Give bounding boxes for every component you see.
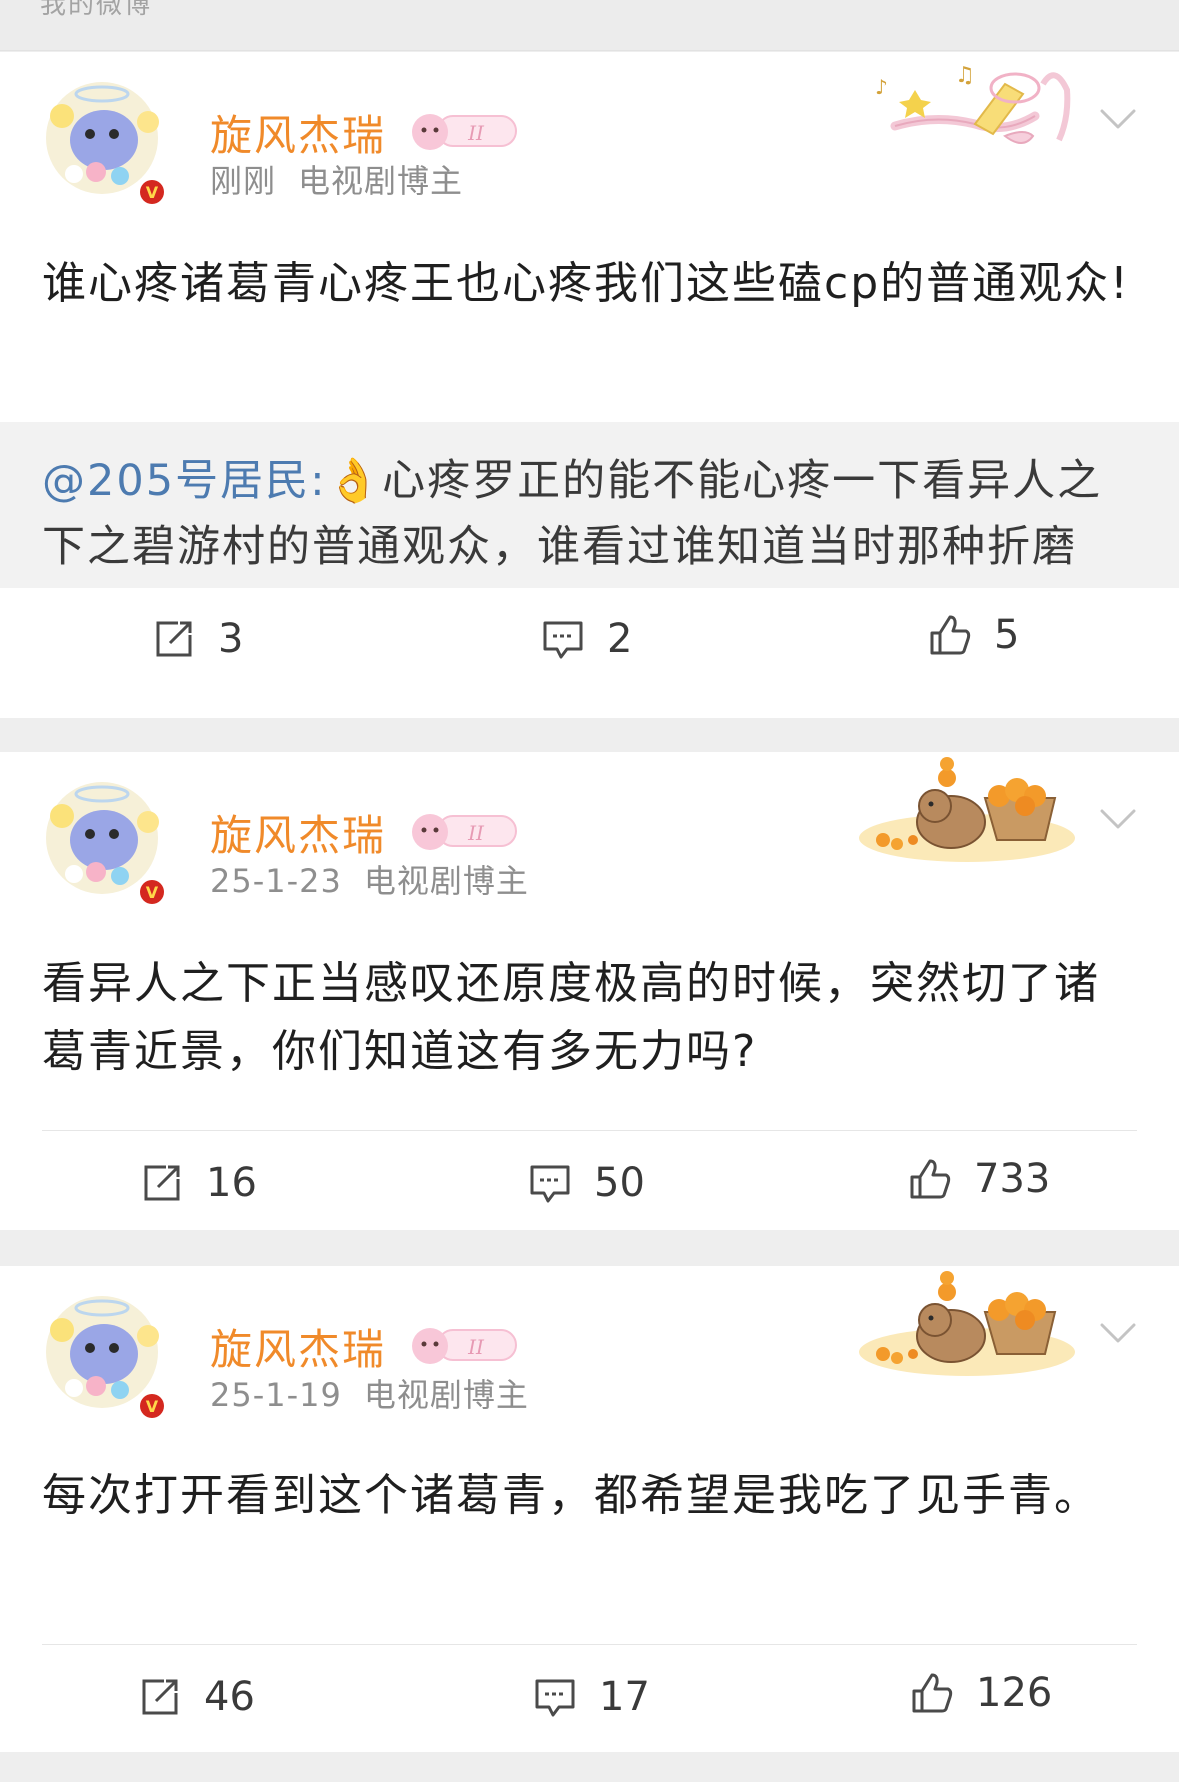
repost-button[interactable]: 46 <box>138 1674 255 1720</box>
divider <box>42 1644 1137 1645</box>
author-name[interactable]: 旋风杰瑞 <box>210 802 386 863</box>
comment-count: 2 <box>607 616 633 662</box>
post-time: 25-1-19 <box>210 1376 342 1414</box>
like-button[interactable]: 5 <box>928 612 1019 658</box>
repost-icon <box>144 1165 180 1201</box>
repost-count: 16 <box>206 1160 257 1206</box>
card-decoration-capybara <box>855 756 1085 866</box>
level-badge-icon: II <box>408 1324 520 1366</box>
comment-icon <box>543 621 583 659</box>
post-card[interactable]: V 旋风杰瑞 II 25-1-23 电视剧博主 看异人之下正当感叹还原度极高的时… <box>0 752 1179 1230</box>
repost-count: 46 <box>204 1674 255 1720</box>
repost-icon <box>156 621 192 657</box>
svg-text:V: V <box>146 1397 159 1416</box>
mention-link[interactable]: @205号居民: <box>42 456 327 506</box>
card-decoration-capybara <box>855 1270 1085 1380</box>
like-count: 5 <box>994 612 1020 658</box>
like-icon <box>912 1673 953 1713</box>
comment-icon <box>535 1679 575 1717</box>
divider <box>42 1130 1137 1131</box>
like-icon <box>930 615 971 655</box>
svg-text:II: II <box>467 1335 485 1359</box>
author-name[interactable]: 旋风杰瑞 <box>210 1316 386 1377</box>
post-time: 刚刚 <box>210 162 277 200</box>
author-name[interactable]: 旋风杰瑞 <box>210 102 386 163</box>
author-tag: 电视剧博主 <box>363 1376 529 1414</box>
like-count: 126 <box>976 1670 1053 1716</box>
like-icon <box>910 1159 951 1199</box>
like-count: 733 <box>974 1156 1051 1202</box>
avatar[interactable]: V <box>40 776 172 908</box>
chevron-down-icon[interactable] <box>1100 808 1136 830</box>
card-decoration-ribbon: ♪ ♫ <box>855 54 1085 164</box>
repost-count: 3 <box>218 616 244 662</box>
comment-button[interactable]: 17 <box>533 1674 650 1720</box>
repost-button[interactable]: 16 <box>140 1160 257 1206</box>
comment-icon <box>530 1165 570 1203</box>
post-meta: 25-1-23 电视剧博主 <box>210 856 529 902</box>
post-text: 看异人之下正当感叹还原度极高的时候，突然切了诸葛青近景，你们知道这有多无力吗? <box>42 958 1100 1077</box>
svg-text:II: II <box>467 121 485 145</box>
svg-text:V: V <box>146 183 159 202</box>
comment-button[interactable]: 50 <box>528 1160 645 1206</box>
repost-button[interactable]: 3 <box>152 616 243 662</box>
comment-count: 17 <box>599 1674 650 1720</box>
chevron-down-icon[interactable] <box>1100 108 1136 130</box>
chevron-down-icon[interactable] <box>1100 1322 1136 1344</box>
svg-text:II: II <box>467 821 485 845</box>
quoted-post[interactable]: @205号居民:👌心疼罗正的能不能心疼一下看异人之下之碧游村的普通观众，谁看过谁… <box>0 422 1179 588</box>
emoji: 👌 <box>326 456 383 506</box>
comment-button[interactable]: 2 <box>541 616 632 662</box>
quoted-text-block: @205号居民:👌心疼罗正的能不能心疼一下看异人之下之碧游村的普通观众，谁看过谁… <box>42 448 1142 580</box>
post-time: 25-1-23 <box>210 862 342 900</box>
author-tag: 电视剧博主 <box>298 162 464 200</box>
svg-text:V: V <box>146 883 159 902</box>
post-card[interactable]: V 旋风杰瑞 II 25-1-19 电视剧博主 每次打开看到这个诸葛青，都希望是… <box>0 1266 1179 1752</box>
post-meta: 25-1-19 电视剧博主 <box>210 1370 529 1416</box>
level-badge-icon: II <box>408 110 520 152</box>
author-tag: 电视剧博主 <box>363 862 529 900</box>
like-button[interactable]: 126 <box>910 1670 1052 1716</box>
post-card[interactable]: V 旋风杰瑞 II 刚刚 电视剧博主 ♪ ♫ 谁心疼诸葛青心疼王也心疼我们这些磕c… <box>0 52 1179 718</box>
svg-text:♪: ♪ <box>875 75 888 99</box>
svg-text:♫: ♫ <box>955 63 975 88</box>
post-meta: 刚刚 电视剧博主 <box>210 156 463 202</box>
header-partial-text: 我的微博 <box>40 0 153 20</box>
avatar[interactable]: V <box>40 76 172 208</box>
level-badge-icon: II <box>408 810 520 852</box>
like-button[interactable]: 733 <box>908 1156 1050 1202</box>
post-text: 谁心疼诸葛青心疼王也心疼我们这些磕cp的普通观众! <box>42 258 1130 309</box>
post-text: 每次打开看到这个诸葛青，都希望是我吃了见手青。 <box>42 1470 1100 1521</box>
comment-count: 50 <box>594 1160 645 1206</box>
repost-icon <box>142 1679 178 1715</box>
header-strip: 我的微博 <box>0 0 1179 51</box>
avatar[interactable]: V <box>40 1290 172 1422</box>
